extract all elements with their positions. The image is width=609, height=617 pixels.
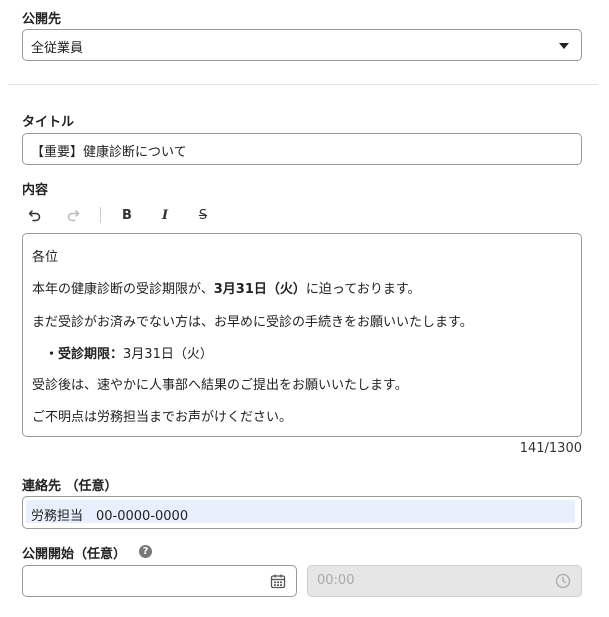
title-label: タイトル (22, 115, 75, 130)
toolbar-separator (100, 207, 101, 223)
title-input[interactable]: 【重要】健康診断について (22, 133, 582, 165)
line1-pre: 本年の健康診断の受診期限が、 (32, 282, 214, 297)
undo-icon[interactable] (24, 204, 46, 226)
italic-button[interactable]: I (154, 204, 176, 226)
visibility-value: 全従業員 (31, 41, 84, 56)
content-label: 内容 (22, 183, 49, 198)
bullet-bold: 受診期限： (58, 347, 124, 362)
editor-bullet-line: ・受診期限：3月31日（火） (45, 343, 213, 362)
help-icon[interactable]: ? (139, 545, 152, 558)
line1-post: に迫っております。 (305, 282, 421, 297)
title-value: 【重要】健康診断について (31, 145, 187, 160)
content-editor[interactable]: 各位 本年の健康診断の受診期限が、3月31日（火）に迫っております。 まだ受診が… (22, 233, 582, 437)
editor-line-3: 受診後は、速やかに人事部へ結果のご提出をお願いいたします。 (32, 378, 408, 393)
visibility-select[interactable]: 全従業員 (22, 29, 582, 61)
visibility-label: 公開先 (22, 12, 62, 27)
redo-icon[interactable] (62, 204, 84, 226)
line1-bold: 3月31日（火） (213, 282, 306, 297)
contact-label: 連絡先 （任意） (22, 479, 118, 494)
bullet-value: 3月31日（火） (123, 347, 213, 362)
bold-button[interactable]: B (116, 204, 138, 226)
char-counter: 141/1300 (519, 441, 582, 456)
contact-input[interactable]: 労務担当 00-0000-0000 (22, 496, 582, 529)
time-placeholder: 00:00 (317, 573, 355, 588)
publish-start-label: 公開開始（任意） (22, 547, 127, 562)
editor-toolbar: B I S (22, 204, 222, 226)
publish-time-input: 00:00 (307, 565, 582, 597)
editor-line-2: まだ受診がお済みでない方は、お早めに受診の手続きをお願いいたします。 (32, 315, 473, 330)
editor-line-greeting: 各位 (32, 250, 59, 265)
contact-value: 労務担当 00-0000-0000 (31, 509, 189, 524)
calendar-icon[interactable] (270, 573, 286, 593)
editor-line-1: 本年の健康診断の受診期限が、3月31日（火）に迫っております。 (32, 278, 421, 297)
section-divider (8, 84, 598, 85)
chevron-down-icon (559, 43, 569, 49)
clock-icon (555, 573, 571, 593)
editor-line-4: ご不明点は労務担当までお声がけください。 (32, 410, 293, 425)
strikethrough-button[interactable]: S (192, 204, 214, 226)
bullet-mark: ・ (45, 347, 59, 362)
publish-date-input[interactable] (22, 565, 297, 597)
